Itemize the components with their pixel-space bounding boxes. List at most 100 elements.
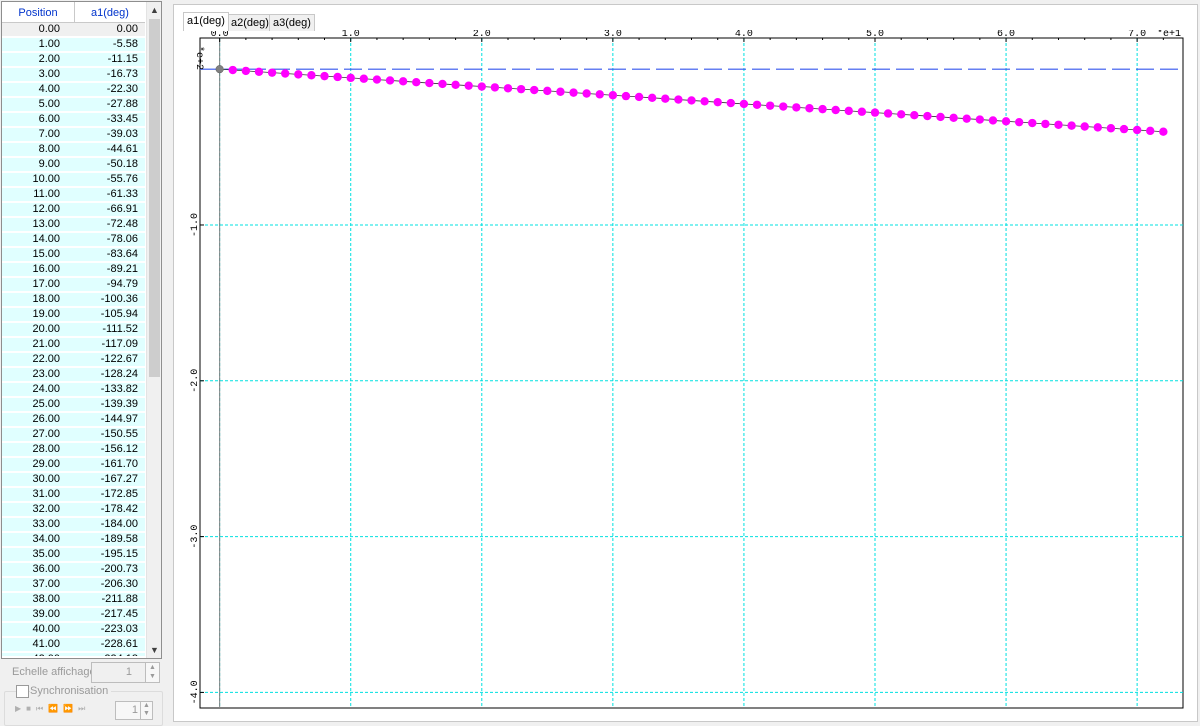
table-row[interactable]: 42.00-234.18 xyxy=(2,653,145,656)
echelle-affichage-label: Echelle affichage xyxy=(12,666,96,678)
a1-cell: -167.27 xyxy=(74,473,145,486)
table-row[interactable]: 17.00 -94.79 xyxy=(2,278,145,291)
data-point xyxy=(936,112,945,122)
echelle-spinner-icon[interactable]: ▲ ▼ xyxy=(145,662,160,683)
table-row[interactable]: 8.00 -44.61 xyxy=(2,143,145,156)
synchronisation-checkbox[interactable] xyxy=(16,685,29,698)
table-row[interactable]: 14.00 -78.06 xyxy=(2,233,145,246)
position-cell: 6.00 xyxy=(2,113,74,126)
tab-a2[interactable]: a2(deg) xyxy=(227,14,273,31)
position-cell: 27.00 xyxy=(2,428,74,441)
data-point xyxy=(923,111,932,121)
last-icon[interactable]: ⏭ xyxy=(78,704,86,714)
step-input[interactable]: 1 xyxy=(115,701,142,720)
table-row[interactable]: 10.00 -55.76 xyxy=(2,173,145,186)
data-point xyxy=(608,91,618,100)
position-cell: 7.00 xyxy=(2,128,74,141)
table-row[interactable]: 22.00 -122.67 xyxy=(2,353,145,366)
table-row[interactable]: 34.00 -189.58 xyxy=(2,533,145,546)
table-row[interactable]: 31.00 -172.85 xyxy=(2,488,145,501)
first-icon[interactable]: ⏮ xyxy=(36,704,44,714)
table-row[interactable]: 1.00 -5.58 xyxy=(2,38,145,51)
table-row[interactable]: 26.00 -144.97 xyxy=(2,413,145,426)
stop-icon[interactable]: ■ xyxy=(26,704,32,713)
a1-cell: -228.61 xyxy=(74,638,145,651)
position-cell: 1.00 xyxy=(2,38,74,51)
table-row[interactable]: 18.00 -100.36 xyxy=(2,293,145,306)
tab-a1[interactable]: a1(deg) xyxy=(183,12,229,31)
position-cell: 12.00 xyxy=(2,203,74,216)
table-row[interactable]: 15.00 -83.64 xyxy=(2,248,145,261)
position-cell: 9.00 xyxy=(2,158,74,171)
table-row[interactable]: 7.00 -39.03 xyxy=(2,128,145,141)
data-point xyxy=(595,90,604,99)
table-row[interactable]: 11.00 -61.33 xyxy=(2,188,145,201)
table-row[interactable]: 38.00 -211.88 xyxy=(2,593,145,606)
x-tick-label: 4.0 xyxy=(735,30,753,40)
table-row[interactable]: 33.00 -184.00 xyxy=(2,518,145,531)
column-header-position[interactable]: Position xyxy=(2,2,75,22)
position-cell: 22.00 xyxy=(2,353,74,366)
a1-cell: -50.18 xyxy=(74,158,145,171)
a1-cell: -89.21 xyxy=(74,263,145,276)
table-row[interactable]: 6.00 -33.45 xyxy=(2,113,145,126)
table-row[interactable]: 28.00 -156.12 xyxy=(2,443,145,456)
tab-a3[interactable]: a3(deg) xyxy=(269,14,315,31)
echelle-affichage-input[interactable]: 1 xyxy=(91,662,147,683)
table-row[interactable]: 25.00 -139.39 xyxy=(2,398,145,411)
scroll-thumb[interactable] xyxy=(149,19,160,377)
position-cell: 37.00 xyxy=(2,578,74,591)
table-body: 0.00 0.00 1.00 -5.58 2.00 -11.15 3.00 -16.73 4.0… xyxy=(2,23,145,656)
a1-cell: -223.03 xyxy=(74,623,145,636)
table-row[interactable]: 16.00 -89.21 xyxy=(2,263,145,276)
plot-area[interactable]: 0.0 1.0 2.0 3.0 4.0 5.0 6.0 7.0 *e+1 -1.0 -2.0 -3.0… xyxy=(173,30,1193,715)
table-row[interactable]: 5.00 -27.88 xyxy=(2,98,145,111)
table-row[interactable]: 4.00 -22.30 xyxy=(2,83,145,96)
play-icon[interactable]: ▶ xyxy=(15,704,22,713)
table-row[interactable]: 13.00 -72.48 xyxy=(2,218,145,231)
data-point xyxy=(857,107,867,116)
table-row[interactable]: 39.00 -217.45 xyxy=(2,608,145,621)
table-row[interactable]: 3.00 -16.73 xyxy=(2,68,145,81)
table-row[interactable]: 27.00 -150.55 xyxy=(2,428,145,441)
table-row[interactable]: 40.00 -223.03 xyxy=(2,623,145,636)
table-row[interactable]: 20.00 -111.52 xyxy=(2,323,145,336)
position-cell: 8.00 xyxy=(2,143,74,156)
table-row[interactable]: 23.00 -128.24 xyxy=(2,368,145,381)
column-header-a1[interactable]: a1(deg) xyxy=(75,2,145,22)
prev-icon[interactable]: ⏪ xyxy=(48,704,59,713)
y-tick-label: -3.0 xyxy=(190,525,201,549)
data-point xyxy=(372,75,382,84)
position-cell: 38.00 xyxy=(2,593,74,606)
table-row[interactable]: 36.00 -200.73 xyxy=(2,563,145,576)
data-point xyxy=(1159,127,1168,136)
scroll-down-arrow-icon[interactable]: ▼ xyxy=(147,642,161,658)
table-row[interactable]: 29.00 -161.70 xyxy=(2,458,145,471)
table-row[interactable]: 0.00 0.00 xyxy=(2,23,145,36)
table-row[interactable]: 41.00 -228.61 xyxy=(2,638,145,651)
a1-cell: -144.97 xyxy=(74,413,145,426)
table-row[interactable]: 35.00 -195.15 xyxy=(2,548,145,561)
table-row[interactable]: 21.00 -117.09 xyxy=(2,338,145,351)
position-cell: 0.00 xyxy=(2,23,74,36)
y-tick-label: -2.0 xyxy=(190,369,201,393)
table-row[interactable]: 37.00 -206.30 xyxy=(2,578,145,591)
echelle-affichage-value: 1 xyxy=(125,666,132,678)
vertical-scrollbar[interactable]: ▲ ▼ xyxy=(146,2,161,658)
a1-cell: -206.30 xyxy=(74,578,145,591)
table-row[interactable]: 24.00 -133.82 xyxy=(2,383,145,396)
step-spinner-icon[interactable]: ▲ ▼ xyxy=(140,701,153,720)
position-cell: 19.00 xyxy=(2,308,74,321)
scroll-up-arrow-icon[interactable]: ▲ xyxy=(147,2,161,18)
next-icon[interactable]: ⏩ xyxy=(63,704,74,713)
data-point xyxy=(1146,126,1155,136)
table-row[interactable]: 9.00 -50.18 xyxy=(2,158,145,171)
table-row[interactable]: 30.00 -167.27 xyxy=(2,473,145,486)
table-row[interactable]: 32.00 -178.42 xyxy=(2,503,145,516)
data-point xyxy=(910,111,919,120)
table-row[interactable]: 19.00 -105.94 xyxy=(2,308,145,321)
table-row[interactable]: 2.00 -11.15 xyxy=(2,53,145,66)
table-row[interactable]: 12.00 -66.91 xyxy=(2,203,145,216)
a1-cell: -117.09 xyxy=(74,338,145,351)
position-cell: 3.00 xyxy=(2,68,74,81)
